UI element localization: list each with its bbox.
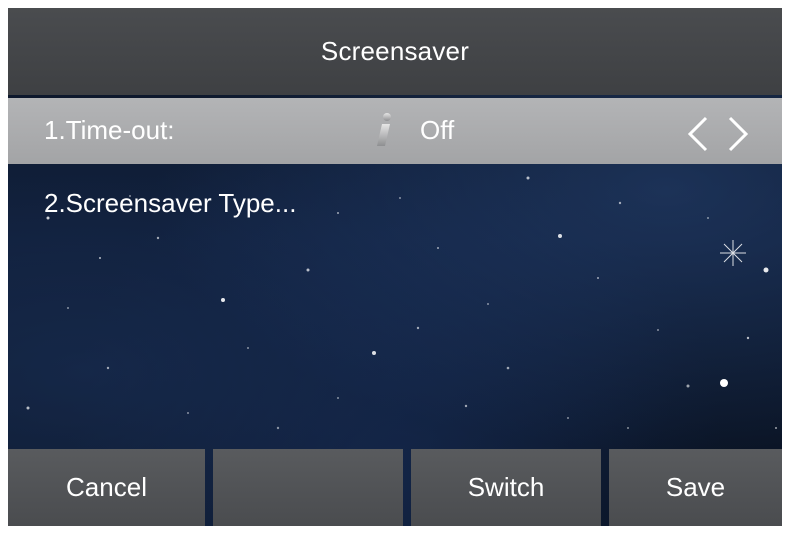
switch-button[interactable]: Switch (411, 449, 601, 526)
cancel-button[interactable]: Cancel (8, 449, 205, 526)
softkey-bar: Cancel Switch Save (8, 449, 782, 526)
chevron-right-icon[interactable] (726, 115, 750, 153)
chevron-left-icon[interactable] (686, 115, 710, 153)
title-bar: Screensaver (8, 8, 782, 95)
menu-item-time-out-label: 1.Time-out: (44, 115, 175, 145)
save-button[interactable]: Save (609, 449, 782, 526)
time-out-value: Off (420, 115, 455, 145)
page-title: Screensaver (320, 36, 470, 66)
empty-softkey[interactable] (213, 449, 403, 526)
phone-screen: Screensaver 1.Time-out: Off 2.Screensave… (8, 8, 782, 526)
menu-item-screensaver-type[interactable]: 2.Screensaver Type... (44, 188, 296, 219)
info-icon (377, 113, 391, 146)
